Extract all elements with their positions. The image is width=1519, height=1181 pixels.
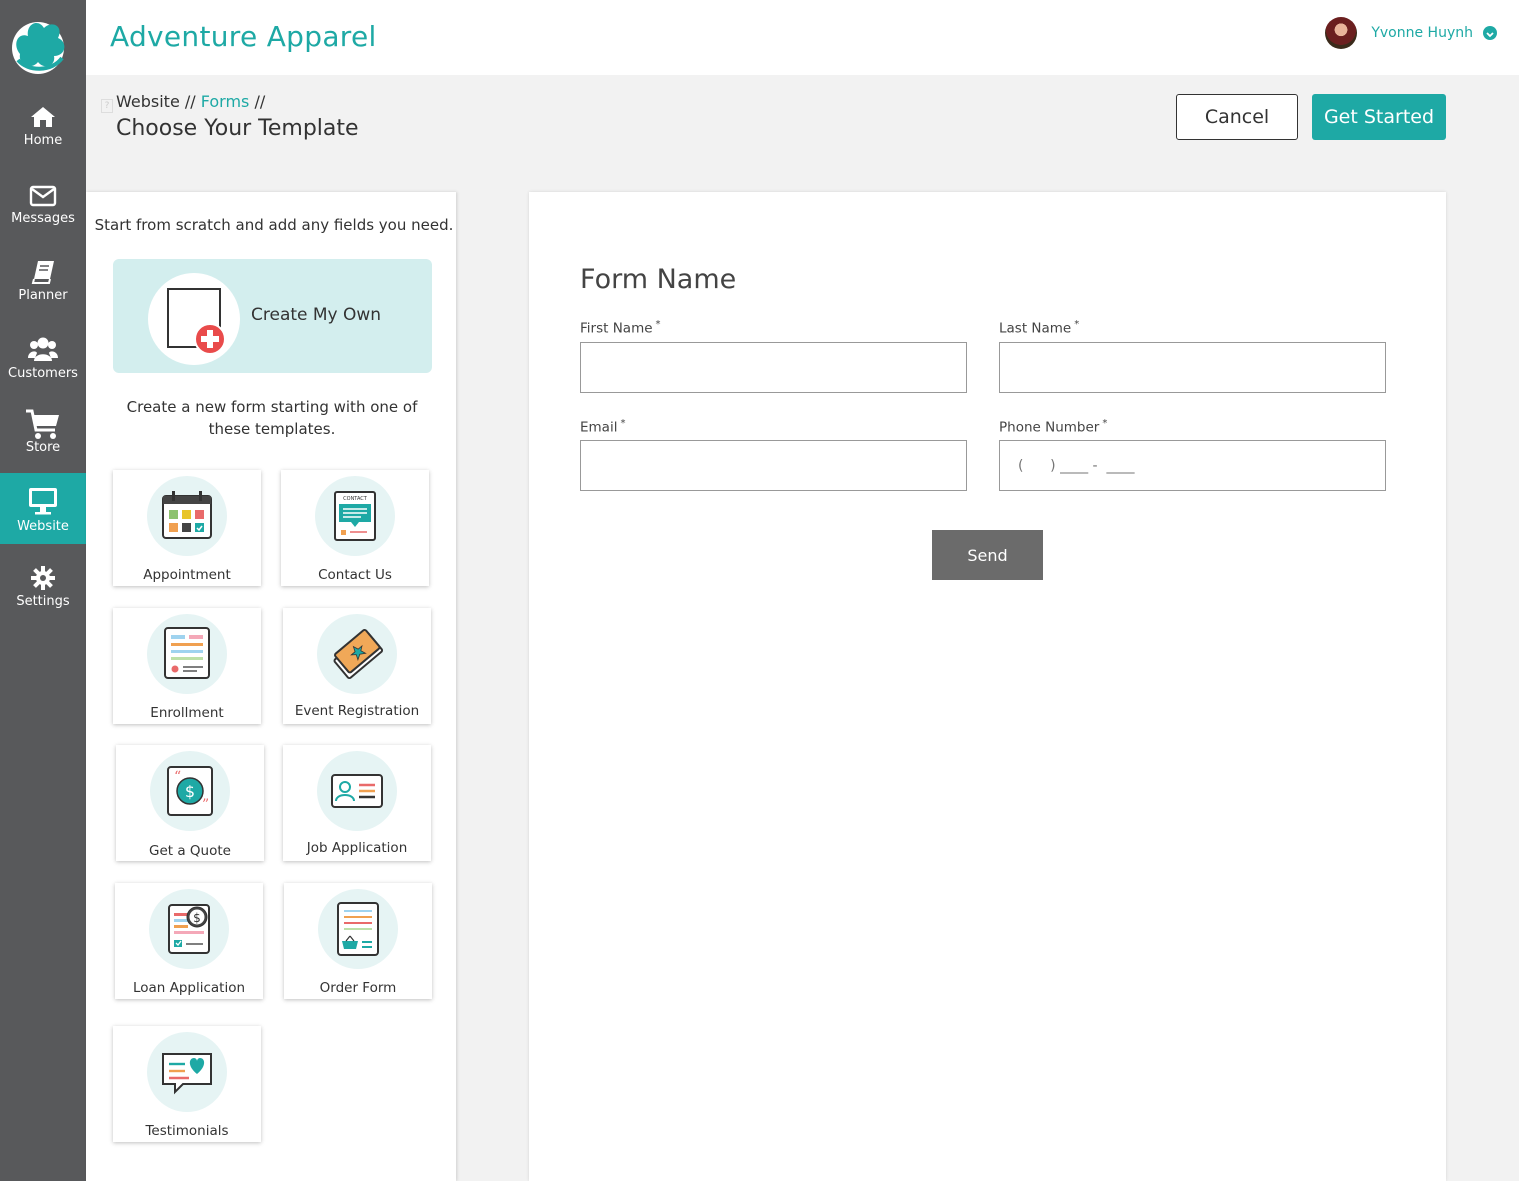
breadcrumb-separator: // [184,92,196,111]
gear-icon [31,566,55,590]
last-name-label: Last Name * [999,319,1079,337]
calendar-icon [162,491,212,539]
breadcrumb-root: Website [116,92,180,111]
first-name-input[interactable] [580,342,967,393]
template-label: Order Form [319,980,397,996]
cancel-button[interactable]: Cancel [1176,94,1298,140]
template-panel: Start from scratch and add any fields yo… [86,192,456,1181]
template-label: Loan Application [132,980,246,996]
form-preview: Form Name First Name * Last Name * Email * … [529,192,1446,1181]
loan-document-icon: $ [168,904,210,954]
enrollment-form-icon [164,627,210,679]
phone-input[interactable] [999,440,1386,491]
avatar[interactable] [1325,17,1358,49]
svg-text:“: “ [174,769,181,785]
email-label-text: Email [580,419,618,436]
cart-icon [26,409,59,439]
template-label: Get a Quote [149,843,231,859]
template-label: Event Registration [294,703,420,719]
template-appointment[interactable]: Appointment [113,470,261,586]
template-label: Enrollment [150,705,224,721]
phone-label: Phone Number * [999,418,1107,436]
help-icon[interactable]: ? [101,99,113,113]
svg-text:$: $ [193,911,201,925]
sidebar: Home Messages Planner Customers Store We… [0,0,86,1181]
get-started-button[interactable]: Get Started [1312,94,1446,140]
breadcrumb-forms-link[interactable]: Forms [201,92,250,111]
last-name-label-text: Last Name [999,320,1072,337]
user-menu[interactable]: Yvonne Huynh [1325,17,1497,49]
breadcrumb: Website // Forms // [116,92,265,111]
phone-label-text: Phone Number [999,419,1100,436]
create-my-own-label: Create My Own [251,305,382,325]
template-job-application[interactable]: Job Application [283,745,431,861]
new-form-icon [148,273,240,365]
monitor-icon [29,488,57,515]
template-label: Job Application [306,840,408,856]
templates-text: Create a new form starting with one of t… [126,398,418,438]
sidebar-item-label: Home [23,133,63,148]
sidebar-item-label: Website [17,519,69,534]
required-mark: * [1074,319,1080,330]
template-testimonials[interactable]: Testimonials [113,1026,261,1142]
envelope-icon [29,185,57,207]
scratch-text: Start from scratch and add any fields yo… [94,216,454,234]
template-label: Testimonials [145,1123,229,1139]
first-name-label-text: First Name [580,320,653,337]
sidebar-item-label: Customers [8,366,78,381]
email-input[interactable] [580,440,967,491]
form-name-heading: Form Name [580,264,737,295]
sidebar-item-home[interactable]: Home [0,105,86,177]
template-contact-us[interactable]: CONTACT Contact Us [281,470,429,586]
send-button[interactable]: Send [932,530,1043,580]
required-mark: * [1102,418,1108,429]
page-title: Choose Your Template [116,116,359,141]
svg-text:”: ” [202,797,209,813]
template-enrollment[interactable]: Enrollment [113,608,261,724]
template-event-registration[interactable]: Event Registration [283,608,431,724]
book-icon [31,261,54,284]
sidebar-item-customers[interactable]: Customers [0,336,86,408]
app-title: Adventure Apparel [110,20,377,53]
sidebar-item-website[interactable]: Website [0,473,86,544]
sidebar-item-label: Store [25,440,61,455]
sidebar-item-label: Planner [18,288,68,303]
app-logo[interactable] [8,14,72,76]
required-mark: * [620,418,626,429]
sidebar-item-settings[interactable]: Settings [0,566,86,638]
order-basket-icon [337,902,379,956]
ticket-icon [333,628,384,680]
home-icon [31,107,55,127]
create-my-own-button[interactable]: Create My Own [113,259,432,373]
header: Adventure Apparel Yvonne Huynh [86,0,1519,75]
sidebar-item-messages[interactable]: Messages [0,185,86,257]
sidebar-item-planner[interactable]: Planner [0,260,86,332]
breadcrumb-separator: // [254,92,266,111]
last-name-input[interactable] [999,342,1386,393]
template-order-form[interactable]: Order Form [284,883,432,999]
chevron-down-icon[interactable] [1483,26,1497,40]
quote-dollar-icon: $“ ” [167,766,213,816]
sidebar-item-label: Settings [16,594,70,609]
sidebar-item-store[interactable]: Store [0,408,86,480]
svg-text:CONTACT: CONTACT [343,496,368,502]
template-label: Contact Us [318,567,392,583]
template-loan-application[interactable]: $ Loan Application [115,883,263,999]
required-mark: * [655,319,661,330]
sidebar-item-label: Messages [11,211,75,226]
id-card-icon [331,774,383,808]
heart-speech-icon [162,1053,212,1095]
template-label: Appointment [143,567,231,583]
svg-text:$: $ [185,782,195,801]
users-icon [28,337,58,361]
contact-card-icon: CONTACT [334,491,376,541]
first-name-label: First Name * [580,319,661,337]
user-name[interactable]: Yvonne Huynh [1371,25,1473,41]
email-label: Email * [580,418,625,436]
template-get-a-quote[interactable]: $ “ ” Get a Quote [116,745,264,861]
